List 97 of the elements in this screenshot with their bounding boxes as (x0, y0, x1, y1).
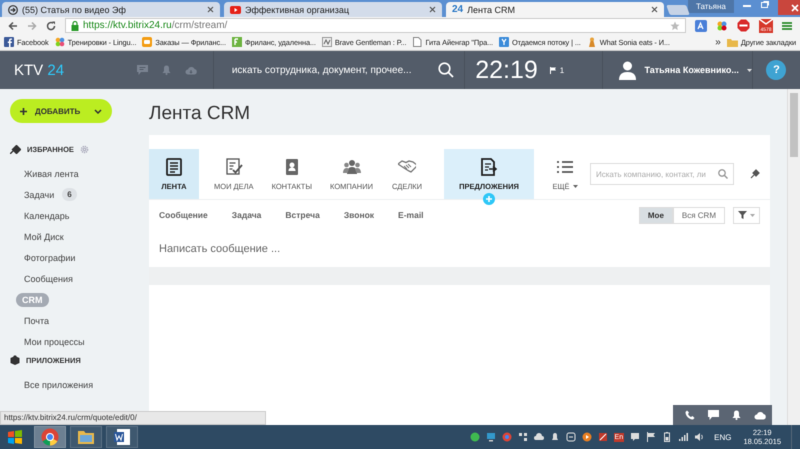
speaker-icon[interactable] (694, 432, 704, 442)
scope-toggle[interactable]: Вся CRM (672, 206, 725, 224)
search-field[interactable]: искать сотрудника, документ, прочее... (232, 64, 438, 76)
letter-tile-icon (232, 37, 242, 47)
user-avatar-icon (619, 60, 636, 80)
new-tab-button[interactable] (666, 5, 690, 15)
windows-logo-icon (8, 430, 22, 444)
pin-icon (10, 144, 21, 154)
letter-tile-icon (499, 37, 510, 47)
search-field[interactable]: Искать компанию, контакт, ли (590, 163, 734, 185)
page-icon (412, 37, 422, 47)
add-button[interactable]: ДОБАВИТЬ (10, 99, 112, 123)
browser-tab[interactable]: Эффективная организац (224, 2, 442, 17)
scrollbar[interactable] (787, 89, 800, 425)
close-icon[interactable] (651, 6, 658, 13)
sidebar-item[interactable]: Календарь (24, 210, 70, 220)
checklist-icon (224, 158, 243, 176)
taskbar-app[interactable] (70, 426, 102, 448)
post-type-tab[interactable]: Задача (232, 210, 262, 220)
filter-button[interactable] (733, 206, 760, 224)
scope-toggle[interactable]: Мое (638, 206, 673, 224)
address-bar[interactable]: https://ktv.bitrix24.ru/crm/stream/ (65, 18, 686, 33)
sidebar-item[interactable]: Все приложения (24, 380, 94, 390)
language-indicator[interactable]: ENG (714, 432, 732, 442)
tile-icon (322, 37, 332, 47)
menu-icon[interactable] (782, 20, 792, 30)
star-icon[interactable] (670, 20, 680, 30)
pin-icon[interactable] (750, 169, 760, 179)
search-icon[interactable] (718, 169, 728, 179)
people-icon (342, 158, 361, 176)
sidebar-item[interactable]: Сообщения (24, 274, 73, 284)
flag-count: 1 (560, 66, 564, 74)
post-type-tab[interactable]: E-mail (398, 210, 424, 220)
flower-icon[interactable] (716, 20, 728, 32)
close-icon[interactable] (207, 6, 214, 13)
close-icon[interactable] (429, 6, 436, 13)
count-badge: 6 (62, 188, 77, 201)
sidebar-item[interactable]: Мой Диск (24, 232, 64, 242)
taskbar-app[interactable] (34, 426, 66, 448)
post-type-tab[interactable]: Встреча (285, 210, 320, 220)
cloud-icon[interactable] (754, 410, 766, 420)
taskbar-app[interactable] (106, 426, 138, 448)
phone-icon[interactable] (685, 410, 696, 420)
folder-icon (726, 38, 738, 46)
flag-icon (550, 66, 556, 74)
folder-icon (77, 428, 95, 446)
bell-icon[interactable] (550, 432, 560, 442)
facebook-icon (4, 37, 14, 47)
sidebar-item[interactable]: Живая лента (24, 168, 79, 178)
message-icon[interactable] (630, 432, 640, 442)
restore-icon[interactable] (760, 0, 770, 8)
sidebar-item[interactable]: Задачи (24, 190, 54, 200)
caret-icon (750, 214, 755, 216)
clock[interactable]: 22:19 (475, 56, 538, 84)
flag-icon[interactable] (646, 432, 656, 442)
caret-icon (94, 108, 102, 114)
post-type-tab[interactable]: Звонок (344, 210, 374, 220)
battery-icon[interactable] (662, 432, 672, 442)
signal-icon[interactable] (678, 432, 688, 442)
logo-icon: 24 (452, 4, 464, 15)
document-icon (165, 158, 183, 176)
filter-icon (738, 211, 747, 219)
bell-icon[interactable] (732, 410, 741, 420)
back-icon[interactable] (8, 20, 18, 30)
media-icon[interactable] (582, 432, 592, 442)
browser-tab[interactable]: (55) Статья по видео Эф (2, 2, 220, 17)
caret-icon (746, 68, 752, 72)
video-icon (230, 6, 241, 14)
box-icon (10, 355, 20, 365)
browser-tab[interactable]: 24 Лента CRM (446, 2, 664, 17)
stop-sign-icon[interactable] (737, 19, 750, 32)
handshake-icon (398, 158, 416, 176)
reload-icon[interactable] (46, 20, 56, 30)
status-url: https://ktv.bitrix24.ru/crm/quote/edit/0/ (0, 411, 266, 425)
page-title: Лента CRM (149, 103, 252, 125)
profile-label[interactable]: Татьяна (688, 0, 734, 13)
document-icon (113, 428, 131, 446)
translate-icon[interactable] (695, 20, 707, 32)
user-name[interactable]: Татьяна Кожевнико... (644, 65, 739, 75)
search-icon[interactable] (438, 62, 454, 78)
plus-icon (20, 108, 27, 114)
flower-icon (54, 37, 65, 47)
sidebar-item[interactable]: Фотографии (24, 252, 76, 262)
close-icon (790, 4, 799, 12)
figure-icon (586, 37, 597, 47)
sidebar-item[interactable]: Мои процессы (24, 336, 85, 346)
post-type-tab[interactable]: Сообщение (159, 210, 208, 220)
chrome-icon[interactable] (502, 432, 512, 442)
more-bookmarks-button[interactable]: » (715, 36, 721, 48)
arrow-circle-icon (8, 4, 18, 14)
logo[interactable]: KTV 24 (14, 62, 64, 78)
monitor-icon[interactable] (486, 432, 496, 442)
cloud-icon[interactable] (534, 432, 544, 442)
sidebar-item[interactable]: Почта (24, 316, 49, 326)
lock-icon (71, 20, 79, 30)
chrome-icon (41, 428, 59, 446)
caret-icon (572, 184, 578, 188)
